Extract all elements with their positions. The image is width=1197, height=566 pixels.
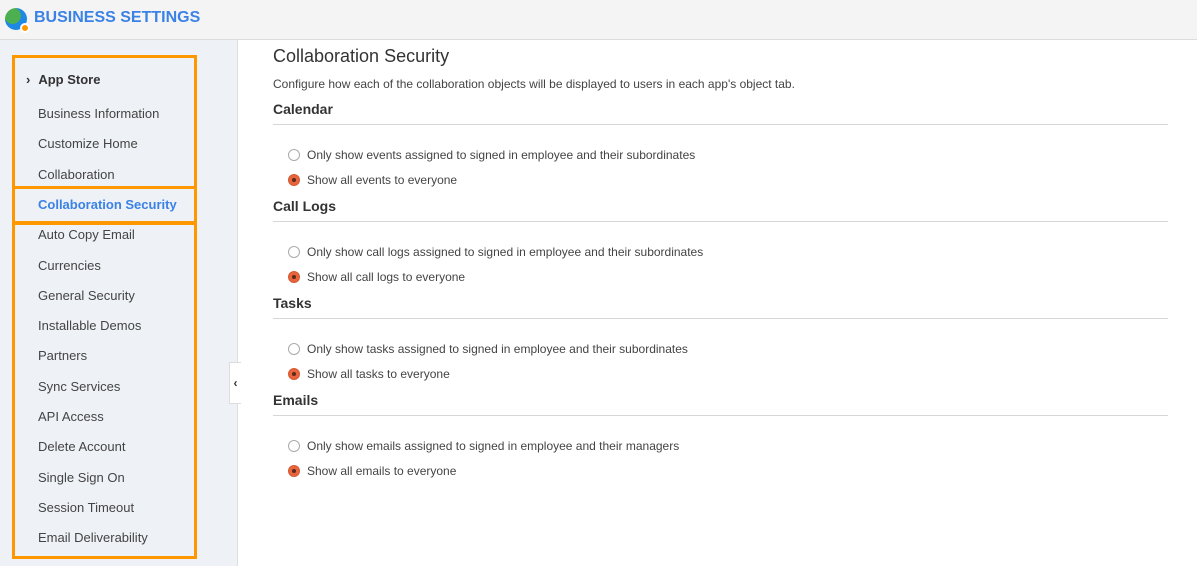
divider: [273, 124, 1168, 125]
radio-button[interactable]: [288, 149, 300, 161]
radio-label: Show all tasks to everyone: [307, 367, 450, 381]
radio-button[interactable]: [288, 465, 300, 477]
page-description: Configure how each of the collaboration …: [273, 77, 795, 91]
radio-button[interactable]: [288, 440, 300, 452]
section-calendar: Calendar Only show events assigned to sig…: [273, 101, 1168, 187]
radio-option[interactable]: Only show events assigned to signed in e…: [288, 148, 695, 162]
sidebar-item-general-security[interactable]: General Security: [38, 288, 135, 303]
radio-button[interactable]: [288, 246, 300, 258]
app-header: BUSINESS SETTINGS: [0, 0, 1197, 40]
radio-button[interactable]: [288, 368, 300, 380]
page-title: Collaboration Security: [273, 46, 450, 66]
sidebar-group-app-store[interactable]: › App Store: [26, 72, 100, 87]
divider: [273, 415, 1168, 416]
sidebar-item-collaboration-security[interactable]: Collaboration Security: [38, 197, 177, 212]
divider: [273, 221, 1168, 222]
radio-label: Only show events assigned to signed in e…: [307, 148, 696, 162]
radio-label: Only show call logs assigned to signed i…: [307, 245, 704, 259]
radio-button[interactable]: [288, 174, 300, 186]
radio-label: Show all emails to everyone: [307, 464, 457, 478]
radio-label: Show all call logs to everyone: [307, 270, 466, 284]
section-title: Emails: [273, 392, 319, 408]
radio-option[interactable]: Show all events to everyone: [288, 173, 457, 187]
radio-label: Only show emails assigned to signed in e…: [307, 439, 680, 453]
sidebar-item-business-information[interactable]: Business Information: [38, 106, 159, 121]
sidebar: › App Store Business Information Customize…: [0, 40, 238, 566]
sidebar-item-api-access[interactable]: API Access: [38, 409, 104, 424]
radio-option[interactable]: Only show emails assigned to signed in e…: [288, 439, 679, 453]
chevron-right-icon: ›: [26, 72, 31, 87]
section-tasks: Tasks Only show tasks assigned to signed …: [273, 295, 1168, 381]
radio-option[interactable]: Show all tasks to everyone: [288, 367, 450, 381]
sidebar-item-email-deliverability[interactable]: Email Deliverability: [38, 530, 148, 545]
radio-label: Only show tasks assigned to signed in em…: [307, 342, 688, 356]
section-title: Calendar: [273, 101, 333, 117]
radio-label: Show all events to everyone: [307, 173, 458, 187]
section-emails: Emails Only show emails assigned to signe…: [273, 392, 1168, 478]
radio-button[interactable]: [288, 271, 300, 283]
sidebar-item-session-timeout[interactable]: Session Timeout: [38, 500, 134, 515]
radio-option[interactable]: Show all call logs to everyone: [288, 270, 465, 284]
globe-gear-icon: [5, 8, 30, 33]
sidebar-item-delete-account[interactable]: Delete Account: [38, 439, 125, 454]
radio-option[interactable]: Only show tasks assigned to signed in em…: [288, 342, 688, 356]
sidebar-item-single-sign-on[interactable]: Single Sign On: [38, 470, 125, 485]
chevron-left-icon: ‹: [233, 376, 238, 390]
section-call-logs: Call Logs Only show call logs assigned to…: [273, 198, 1168, 284]
sidebar-item-currencies[interactable]: Currencies: [38, 258, 101, 273]
section-title: Tasks: [273, 295, 312, 311]
radio-button[interactable]: [288, 343, 300, 355]
app-title: BUSINESS SETTINGS: [34, 9, 201, 26]
sidebar-item-customize-home[interactable]: Customize Home: [38, 136, 138, 151]
collapse-sidebar-button[interactable]: ‹: [229, 362, 241, 404]
divider: [273, 318, 1168, 319]
sidebar-item-installable-demos[interactable]: Installable Demos: [38, 318, 141, 333]
sidebar-item-partners[interactable]: Partners: [38, 348, 87, 363]
radio-option[interactable]: Show all emails to everyone: [288, 464, 456, 478]
sidebar-item-auto-copy-email[interactable]: Auto Copy Email: [38, 227, 135, 242]
radio-option[interactable]: Only show call logs assigned to signed i…: [288, 245, 703, 259]
section-title: Call Logs: [273, 198, 337, 214]
sidebar-item-sync-services[interactable]: Sync Services: [38, 379, 120, 394]
sidebar-item-collaboration[interactable]: Collaboration: [38, 167, 115, 182]
